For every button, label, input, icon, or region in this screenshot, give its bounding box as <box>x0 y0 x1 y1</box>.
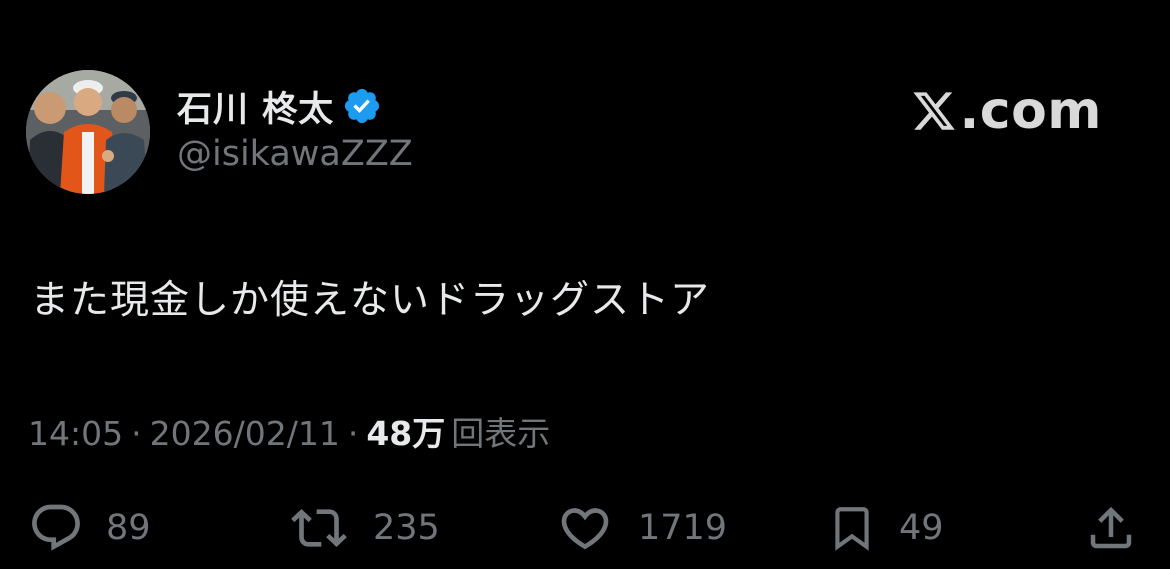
retweet-button[interactable]: 235 <box>287 500 440 556</box>
author-display-name[interactable]: 石川 柊太 <box>177 81 334 132</box>
tweet-time[interactable]: 14:05 <box>28 414 123 453</box>
tweet-date[interactable]: 2026/02/11 <box>150 414 340 453</box>
views-count[interactable]: 48万 <box>366 407 445 455</box>
bookmark-icon <box>835 507 869 551</box>
meta-separator: · <box>347 414 359 453</box>
bookmark-count: 49 <box>899 508 944 548</box>
like-count: 1719 <box>638 508 728 548</box>
verified-badge-icon <box>342 86 382 126</box>
bookmark-button[interactable]: 49 <box>827 500 944 556</box>
tweet-meta: 14:05 · 2026/02/11 · 48万 回表示 <box>28 407 550 455</box>
tweet-text: また現金しか使えないドラッグストア <box>30 278 711 323</box>
retweet-count: 235 <box>373 508 440 548</box>
reply-count: 89 <box>106 508 151 548</box>
author-handle[interactable]: @isikawaZZZ <box>177 134 413 174</box>
share-icon <box>1090 506 1132 549</box>
site-logo-text: .com <box>959 81 1102 141</box>
views-label: 回表示 <box>451 414 551 453</box>
heart-icon <box>561 508 609 550</box>
author-name-row[interactable]: 石川 柊太 <box>177 82 382 130</box>
share-button[interactable] <box>1084 500 1138 556</box>
retweet-icon <box>291 509 347 547</box>
x-logo-icon <box>912 92 955 130</box>
like-button[interactable]: 1719 <box>554 500 727 556</box>
reply-icon <box>32 504 80 551</box>
meta-separator: · <box>131 414 142 453</box>
avatar[interactable] <box>26 70 150 194</box>
site-logo: .com <box>910 80 1103 142</box>
reply-button[interactable]: 89 <box>28 500 151 556</box>
